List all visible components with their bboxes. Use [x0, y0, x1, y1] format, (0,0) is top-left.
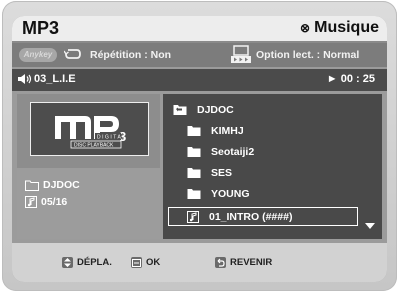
selected-track-label: 01_INTRO (####)	[209, 210, 293, 223]
play-option[interactable]: Option lect. : Normal	[256, 49, 359, 61]
updown-key-icon	[62, 257, 73, 268]
move-hint: DÉPLA.	[62, 257, 112, 268]
ok-label: OK	[146, 257, 161, 268]
options-bar: Anykey Répétition : Non Option lect. : N…	[12, 43, 387, 67]
ok-hint: OK	[131, 257, 160, 268]
return-key-icon	[215, 257, 226, 268]
music-note-icon	[25, 196, 37, 208]
folder-icon	[187, 147, 201, 157]
disc-icon: ⊗	[300, 21, 311, 35]
folder-label: KIMHJ	[211, 125, 244, 137]
list-item[interactable]: KIMHJ	[187, 122, 244, 140]
parent-folder-label: DJDOC	[197, 104, 234, 116]
folder-icon	[25, 180, 39, 191]
folder-icon	[187, 168, 201, 178]
move-label: DÉPLA.	[77, 257, 112, 268]
track-position-row: 05/16	[25, 196, 67, 208]
mp3-logo-graphic: 3 DIGITAL DISC PLAYBACK	[55, 116, 127, 149]
play-time: ► 00 : 25	[326, 73, 375, 85]
footer-hints: DÉPLA. OK REVENIR	[12, 243, 387, 282]
scroll-down-arrow-icon[interactable]	[365, 223, 375, 229]
mode-label: Musique	[314, 19, 379, 36]
anykey-button[interactable]: Anykey	[19, 48, 57, 62]
play-option-icon[interactable]	[231, 45, 251, 63]
enter-key-icon	[131, 257, 142, 268]
current-track: 03_L.I.E	[34, 73, 76, 85]
folder-label: SES	[211, 167, 233, 179]
selected-track-item[interactable]: 01_INTRO (####)	[168, 207, 358, 226]
file-list: DJDOC KIMHJ Seotaiji2 SES YOUNG 01_INTRO…	[163, 94, 382, 239]
now-playing-bar: 03_L.I.E ► 00 : 25	[12, 69, 387, 91]
current-info: DJDOC 05/16	[17, 168, 160, 239]
track-position: 05/16	[41, 196, 68, 208]
speaker-icon	[18, 74, 32, 84]
svg-text:DISC PLAYBACK: DISC PLAYBACK	[74, 143, 114, 149]
music-file-icon	[187, 210, 199, 223]
repeat-icon[interactable]	[64, 47, 82, 61]
parent-folder-icon	[173, 105, 187, 115]
return-hint: REVENIR	[215, 257, 272, 268]
folder-label: Seotaiji2	[211, 146, 255, 158]
page-title: MP3	[22, 18, 60, 38]
mp3-menu-screen: MP3 ⊗ Musique Anykey Répétition : Non Op…	[12, 16, 387, 282]
list-item[interactable]: Seotaiji2	[187, 143, 254, 161]
repeat-option[interactable]: Répétition : Non	[90, 49, 171, 61]
folder-icon	[187, 126, 201, 136]
folder-label: YOUNG	[211, 188, 250, 200]
list-item[interactable]: SES	[187, 164, 232, 182]
svg-text:DIGITAL: DIGITAL	[97, 135, 127, 141]
mode-indicator: ⊗ Musique	[300, 19, 379, 37]
folder-icon	[187, 189, 201, 199]
return-label: REVENIR	[230, 257, 273, 268]
info-pane: 3 DIGITAL DISC PLAYBACK DJDOC 05/16	[17, 94, 160, 239]
current-folder-row: DJDOC	[25, 179, 80, 191]
list-item[interactable]: YOUNG	[187, 185, 250, 203]
current-folder: DJDOC	[43, 179, 80, 191]
mp3-logo: 3 DIGITAL DISC PLAYBACK	[30, 102, 149, 156]
title-bar: MP3 ⊗ Musique	[12, 16, 387, 43]
parent-folder-item[interactable]: DJDOC	[173, 101, 234, 119]
